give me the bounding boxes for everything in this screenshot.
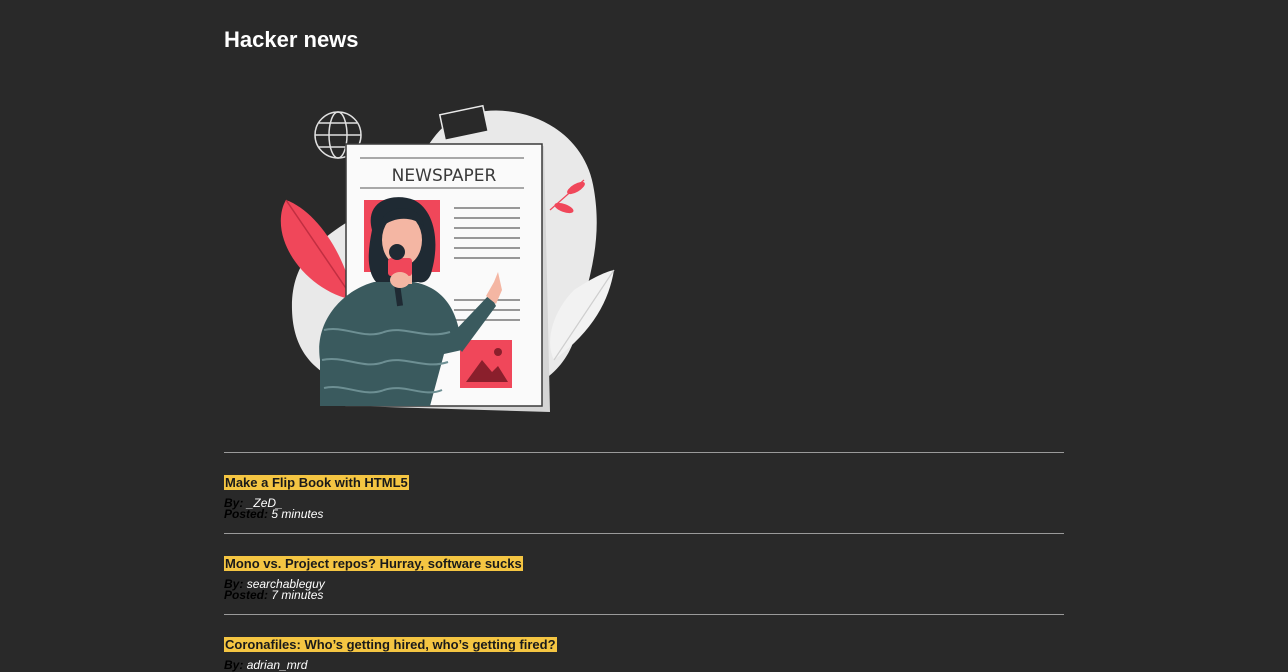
story-item: Coronafiles: Who’s getting hired, who’s … [224, 636, 1064, 671]
page-title: Hacker news [224, 27, 359, 52]
story-title-link[interactable]: Mono vs. Project repos? Hurray, software… [224, 556, 523, 571]
divider [224, 614, 1064, 615]
story-item: Mono vs. Project repos? Hurray, software… [224, 555, 1064, 601]
story-author: adrian_mrd [246, 658, 308, 672]
posted-label: Posted: [224, 507, 269, 521]
story-meta: By: adrian_mrd [224, 658, 1064, 672]
by-label: By: [224, 658, 244, 672]
story-title-link[interactable]: Coronafiles: Who’s getting hired, who’s … [224, 637, 557, 652]
newspaper-illustration: NEWSPAPER [280, 104, 615, 412]
story-item: Make a Flip Book with HTML5 By: _ZeD_ Po… [224, 474, 1064, 520]
story-meta: By: _ZeD_ Posted: 5 minutes [224, 497, 1064, 521]
story-posted: 7 minutes [271, 588, 324, 602]
divider [224, 452, 1064, 453]
divider [224, 533, 1064, 534]
posted-label: Posted: [224, 588, 269, 602]
story-posted: 5 minutes [271, 507, 324, 521]
story-title-link[interactable]: Make a Flip Book with HTML5 [224, 475, 409, 490]
newspaper-heading: NEWSPAPER [392, 166, 497, 186]
story-meta: By: searchableguy Posted: 7 minutes [224, 578, 1064, 602]
